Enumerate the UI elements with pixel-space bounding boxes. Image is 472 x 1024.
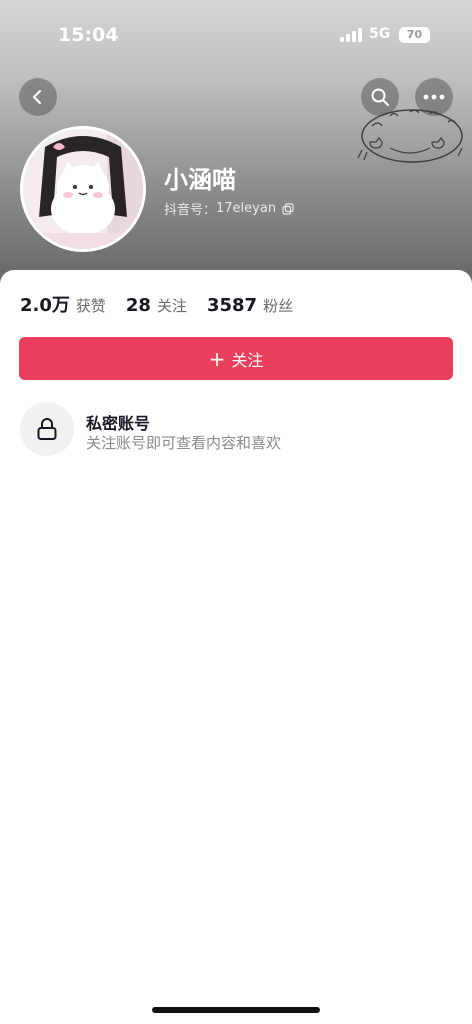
status-time: 15:04	[58, 24, 119, 46]
stat-value: 3587	[206, 295, 258, 316]
private-account-description: 关注账号即可查看内容和喜欢	[86, 434, 282, 452]
signal-icon	[340, 27, 362, 42]
stat-likes[interactable]: 2.0万 获赞	[20, 291, 106, 317]
lock-icon	[37, 418, 57, 440]
copy-icon[interactable]	[282, 202, 294, 215]
account-id-line: 抖音号： 17eleyan	[164, 199, 294, 218]
lock-badge	[20, 402, 74, 456]
stat-following[interactable]: 28 关注	[126, 295, 187, 316]
stat-value: 2.0万	[20, 295, 70, 316]
avatar-photo	[23, 129, 143, 249]
cat-stamp-doodle	[357, 109, 463, 163]
profile-content-card	[0, 270, 472, 1024]
stat-followers[interactable]: 3587 粉丝	[207, 295, 293, 316]
back-icon	[32, 89, 42, 105]
account-id-label: 抖音号：	[164, 203, 217, 218]
back-button[interactable]	[19, 78, 57, 116]
avatar[interactable]	[20, 126, 146, 252]
follow-button[interactable]: + 关注	[19, 337, 453, 380]
private-account-title: 私密账号	[86, 414, 151, 433]
stat-value: 28	[125, 295, 151, 316]
battery-icon: 70	[399, 27, 430, 43]
network-type: 5G	[369, 26, 391, 42]
plus-icon: +	[208, 346, 226, 371]
stat-label: 获赞	[75, 297, 106, 315]
account-id-value: 17eleyan	[216, 201, 277, 216]
username: 小涵喵	[164, 166, 236, 194]
stat-label: 关注	[156, 297, 187, 315]
profile-stats: 2.0万 获赞 28 关注 3587 粉丝	[20, 291, 313, 317]
stat-label: 粉丝	[263, 297, 294, 315]
follow-button-label: 关注	[231, 350, 264, 370]
home-indicator[interactable]	[152, 1007, 320, 1013]
